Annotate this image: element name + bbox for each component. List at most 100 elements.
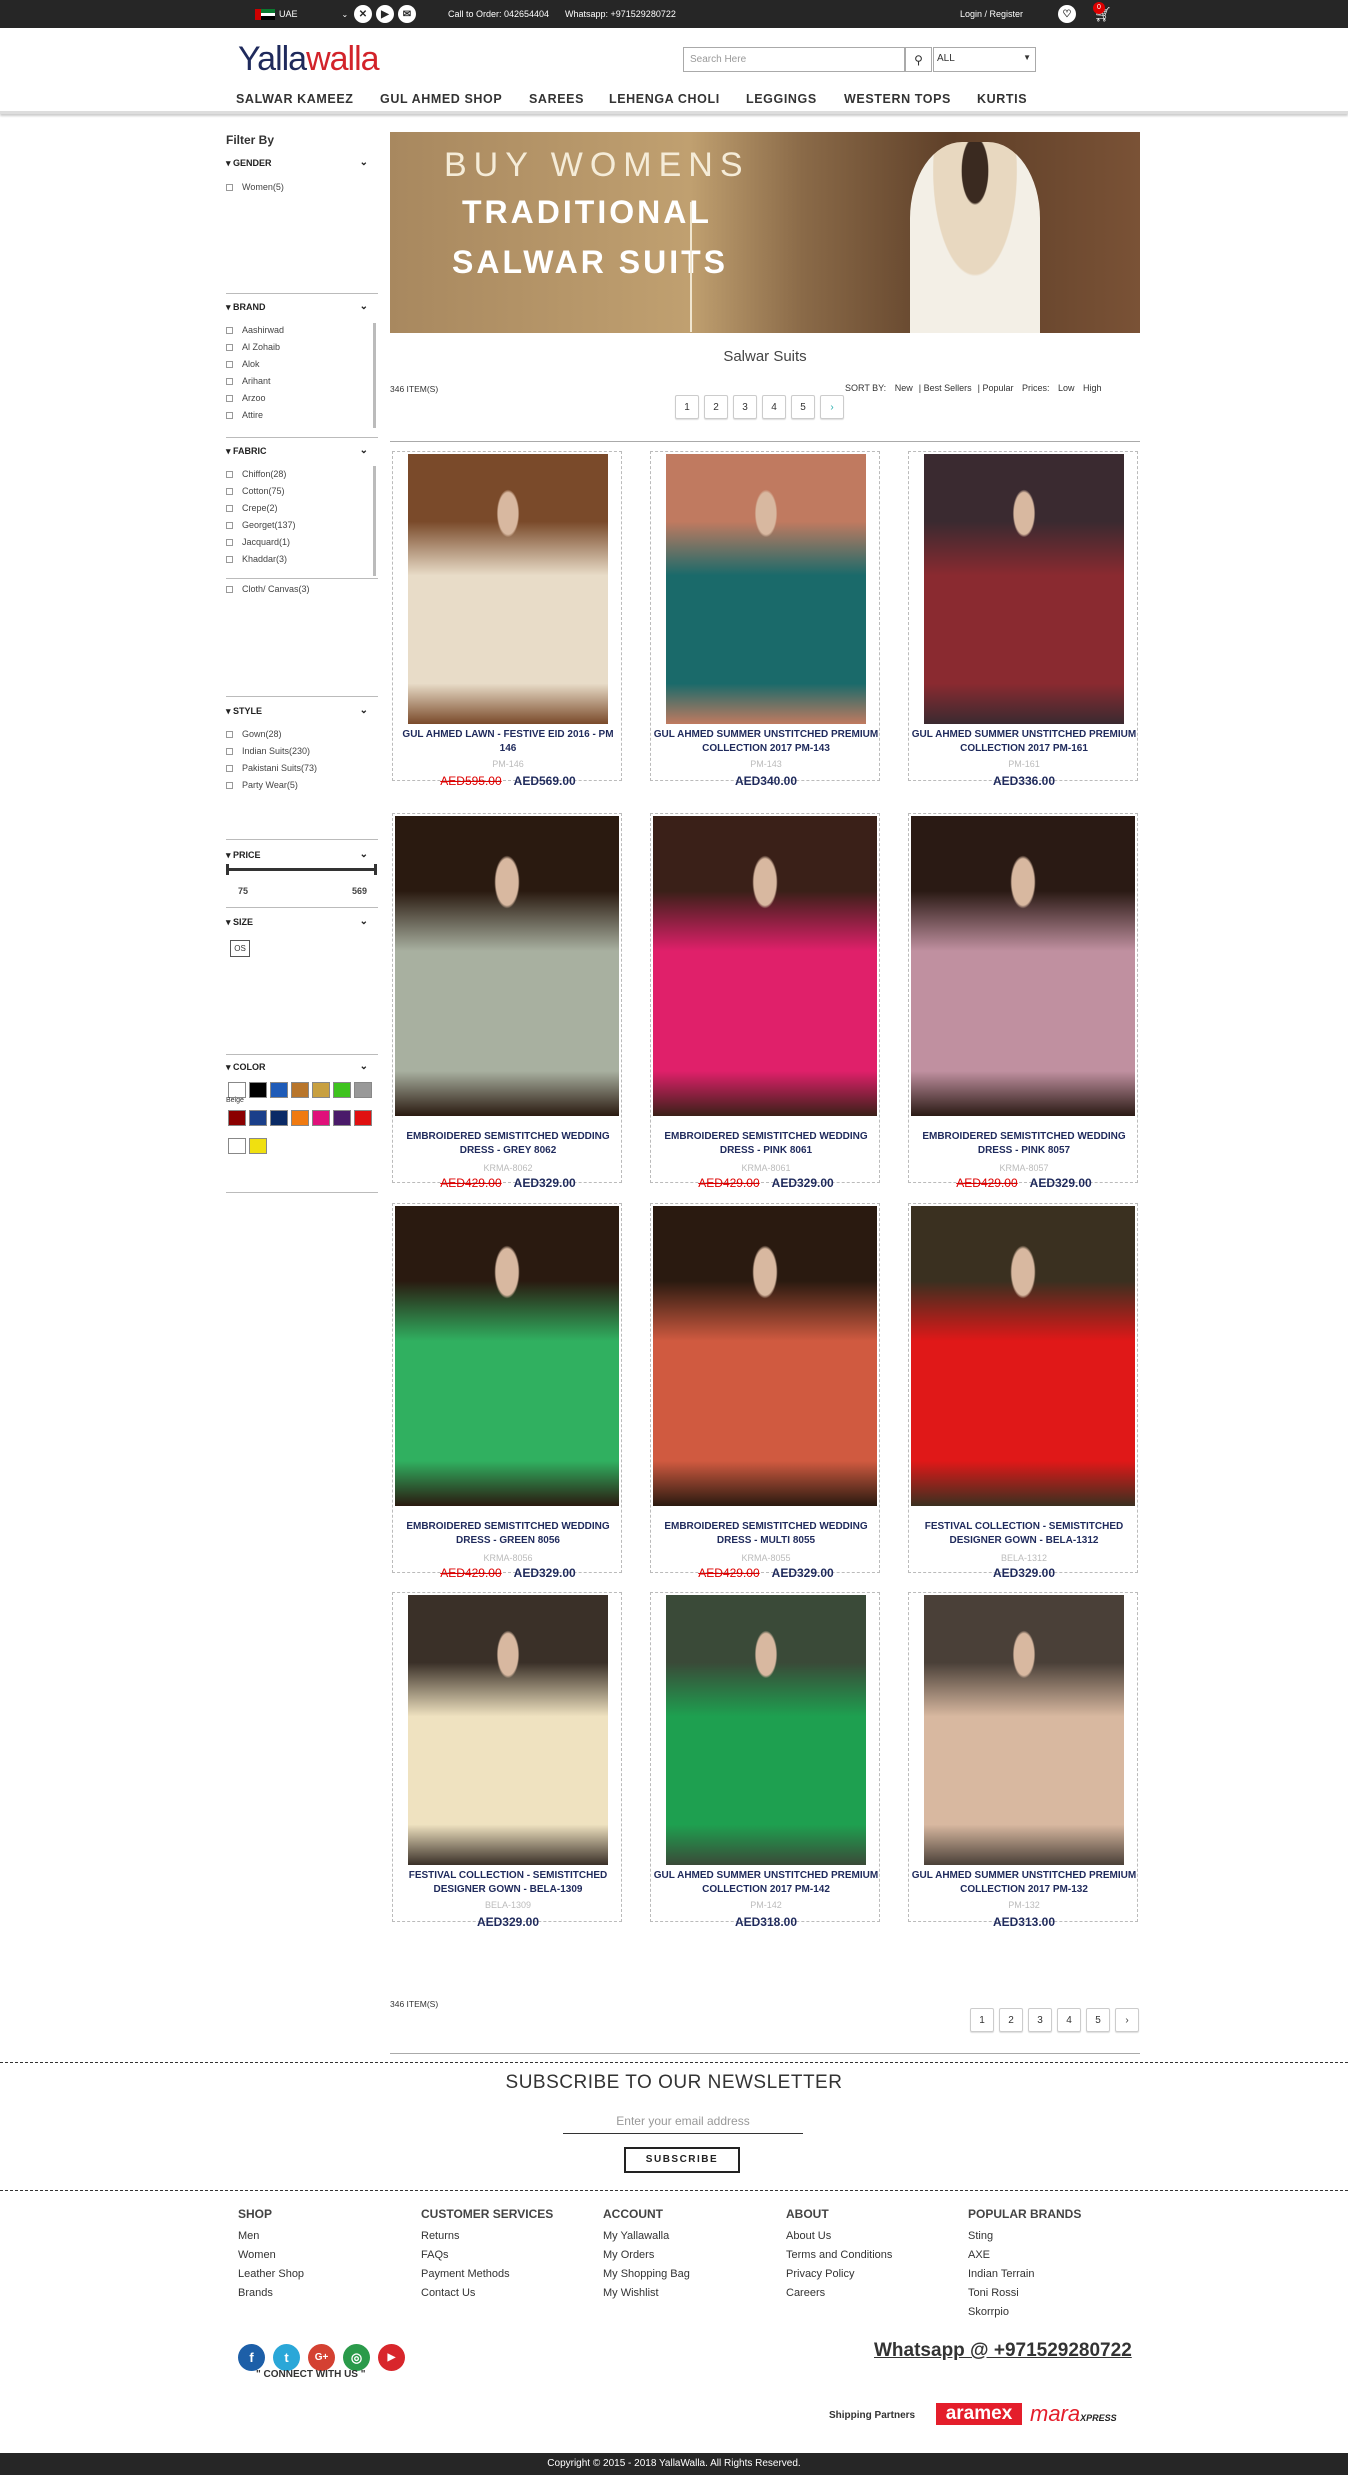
login-register-link[interactable]: Login / Register bbox=[960, 0, 1023, 28]
product-card[interactable]: EMBROIDERED SEMISTITCHED WEDDING DRESS -… bbox=[650, 1203, 880, 1580]
subscribe-button[interactable]: SUBSCRIBE bbox=[624, 2147, 740, 2173]
footer-link[interactable]: Skorrpio bbox=[968, 2303, 1081, 2322]
footer-link[interactable]: AXE bbox=[968, 2246, 1081, 2265]
product-name[interactable]: EMBROIDERED SEMISTITCHED WEDDING DRESS -… bbox=[911, 1130, 1137, 1158]
filter-option[interactable]: Khaddar(3) bbox=[226, 554, 287, 564]
color-swatch[interactable] bbox=[291, 1082, 309, 1098]
color-swatch[interactable] bbox=[312, 1110, 330, 1126]
product-image[interactable] bbox=[911, 1206, 1135, 1506]
yallawalla-logo[interactable]: Yallawalla bbox=[238, 40, 380, 79]
product-card[interactable]: GUL AHMED SUMMER UNSTITCHED PREMIUM COLL… bbox=[908, 451, 1138, 788]
nav-sarees[interactable]: SAREES bbox=[529, 92, 584, 106]
product-card[interactable]: GUL AHMED SUMMER UNSTITCHED PREMIUM COLL… bbox=[650, 1592, 880, 1929]
filter-option[interactable]: Georget(137) bbox=[226, 520, 296, 530]
filter-option[interactable]: Alok bbox=[226, 359, 260, 369]
footer-link[interactable]: Leather Shop bbox=[238, 2265, 304, 2284]
product-name[interactable]: EMBROIDERED SEMISTITCHED WEDDING DRESS -… bbox=[395, 1130, 621, 1158]
color-swatch[interactable] bbox=[291, 1110, 309, 1126]
category-select[interactable]: ALL ▼ bbox=[933, 47, 1036, 72]
sort-popular[interactable]: Popular bbox=[982, 383, 1013, 393]
product-card[interactable]: FESTIVAL COLLECTION - SEMISTITCHED DESIG… bbox=[392, 1592, 622, 1929]
whatsapp-link[interactable]: Whatsapp @ +971529280722 bbox=[874, 2340, 1132, 2362]
nav-western-tops[interactable]: WESTERN TOPS bbox=[844, 92, 951, 106]
color-swatch[interactable] bbox=[333, 1110, 351, 1126]
nav-gul-ahmed-shop[interactable]: GUL AHMED SHOP bbox=[380, 92, 502, 106]
page-4[interactable]: 4 bbox=[762, 395, 786, 419]
footer-link[interactable]: FAQs bbox=[421, 2246, 553, 2265]
product-image[interactable] bbox=[666, 454, 866, 724]
filter-option[interactable]: Chiffon(28) bbox=[226, 469, 286, 479]
price-slider-max-handle[interactable] bbox=[374, 864, 377, 875]
footer-link[interactable]: Men bbox=[238, 2227, 304, 2246]
color-swatch[interactable] bbox=[270, 1110, 288, 1126]
footer-link[interactable]: My Orders bbox=[603, 2246, 690, 2265]
filter-option[interactable]: Indian Suits(230) bbox=[226, 746, 310, 756]
footer-link[interactable]: Contact Us bbox=[421, 2284, 553, 2303]
video-icon[interactable]: ▶ bbox=[376, 5, 394, 23]
nav-kurtis[interactable]: KURTIS bbox=[977, 92, 1027, 106]
search-input[interactable]: Search Here bbox=[683, 47, 905, 72]
color-swatch[interactable] bbox=[249, 1082, 267, 1098]
color-swatch[interactable] bbox=[354, 1082, 372, 1098]
country-selector[interactable]: UAE ⌄ bbox=[255, 0, 348, 28]
footer-link[interactable]: Brands bbox=[238, 2284, 304, 2303]
color-swatch[interactable] bbox=[270, 1082, 288, 1098]
color-swatch[interactable] bbox=[312, 1082, 330, 1098]
page-5[interactable]: 5 bbox=[791, 395, 815, 419]
product-card[interactable]: EMBROIDERED SEMISTITCHED WEDDING DRESS -… bbox=[650, 813, 880, 1190]
instagram-icon[interactable]: ◎ bbox=[343, 2344, 370, 2371]
product-name[interactable]: GUL AHMED SUMMER UNSTITCHED PREMIUM COLL… bbox=[653, 1869, 879, 1897]
product-image[interactable] bbox=[924, 1595, 1124, 1865]
product-card[interactable]: EMBROIDERED SEMISTITCHED WEDDING DRESS -… bbox=[908, 813, 1138, 1190]
product-name[interactable]: GUL AHMED LAWN - FESTIVE EID 2016 - PM 1… bbox=[395, 728, 621, 756]
product-card[interactable]: EMBROIDERED SEMISTITCHED WEDDING DRESS -… bbox=[392, 813, 622, 1190]
filter-option[interactable]: Cloth/ Canvas(3) bbox=[226, 584, 310, 594]
brand-scrollbar[interactable] bbox=[373, 323, 376, 428]
sort-new[interactable]: New bbox=[895, 383, 913, 393]
product-card[interactable]: GUL AHMED SUMMER UNSTITCHED PREMIUM COLL… bbox=[908, 1592, 1138, 1929]
newsletter-email-input[interactable]: Enter your email address bbox=[563, 2110, 803, 2134]
product-card[interactable]: FESTIVAL COLLECTION - SEMISTITCHED DESIG… bbox=[908, 1203, 1138, 1580]
product-image[interactable] bbox=[395, 1206, 619, 1506]
twitter-icon[interactable]: t bbox=[273, 2344, 300, 2371]
next-page-icon[interactable]: › bbox=[1115, 2008, 1139, 2032]
filter-option[interactable]: Aashirwad bbox=[226, 325, 284, 335]
product-image[interactable] bbox=[408, 454, 608, 724]
sort-high[interactable]: High bbox=[1083, 383, 1102, 393]
product-name[interactable]: EMBROIDERED SEMISTITCHED WEDDING DRESS -… bbox=[395, 1520, 621, 1548]
product-image[interactable] bbox=[666, 1595, 866, 1865]
page-1[interactable]: 1 bbox=[970, 2008, 994, 2032]
promo-banner[interactable]: BUY WOMENS TRADITIONAL SALWAR SUITS bbox=[390, 132, 1140, 333]
product-image[interactable] bbox=[924, 454, 1124, 724]
filter-option[interactable]: Gown(28) bbox=[226, 729, 282, 739]
filter-option[interactable]: Pakistani Suits(73) bbox=[226, 763, 317, 773]
mail-icon[interactable]: ✉ bbox=[398, 5, 416, 23]
footer-link[interactable]: Payment Methods bbox=[421, 2265, 553, 2284]
youtube-icon[interactable]: ▶ bbox=[378, 2344, 405, 2371]
size-option[interactable]: OS bbox=[230, 940, 250, 957]
sort-low[interactable]: Low bbox=[1058, 383, 1075, 393]
color-swatch[interactable] bbox=[228, 1138, 246, 1154]
facebook-icon[interactable]: f bbox=[238, 2344, 265, 2371]
product-name[interactable]: FESTIVAL COLLECTION - SEMISTITCHED DESIG… bbox=[395, 1869, 621, 1897]
page-3[interactable]: 3 bbox=[733, 395, 757, 419]
nav-salwar-kameez[interactable]: SALWAR KAMEEZ bbox=[236, 92, 354, 106]
color-swatch[interactable] bbox=[228, 1082, 246, 1098]
page-3[interactable]: 3 bbox=[1028, 2008, 1052, 2032]
nav-leggings[interactable]: LEGGINGS bbox=[746, 92, 817, 106]
filter-option[interactable]: Arihant bbox=[226, 376, 271, 386]
product-card[interactable]: EMBROIDERED SEMISTITCHED WEDDING DRESS -… bbox=[392, 1203, 622, 1580]
product-image[interactable] bbox=[408, 1595, 608, 1865]
filter-option[interactable]: Party Wear(5) bbox=[226, 780, 298, 790]
footer-link[interactable]: My Shopping Bag bbox=[603, 2265, 690, 2284]
color-swatch[interactable] bbox=[333, 1082, 351, 1098]
product-image[interactable] bbox=[911, 816, 1135, 1116]
footer-link[interactable]: Women bbox=[238, 2246, 304, 2265]
filter-option[interactable]: Arzoo bbox=[226, 393, 266, 403]
footer-link[interactable]: Sting bbox=[968, 2227, 1081, 2246]
price-slider-track[interactable] bbox=[228, 868, 376, 871]
footer-link[interactable]: Privacy Policy bbox=[786, 2265, 892, 2284]
sort-best-sellers[interactable]: Best Sellers bbox=[924, 383, 972, 393]
color-swatch[interactable] bbox=[249, 1110, 267, 1126]
page-5[interactable]: 5 bbox=[1086, 2008, 1110, 2032]
